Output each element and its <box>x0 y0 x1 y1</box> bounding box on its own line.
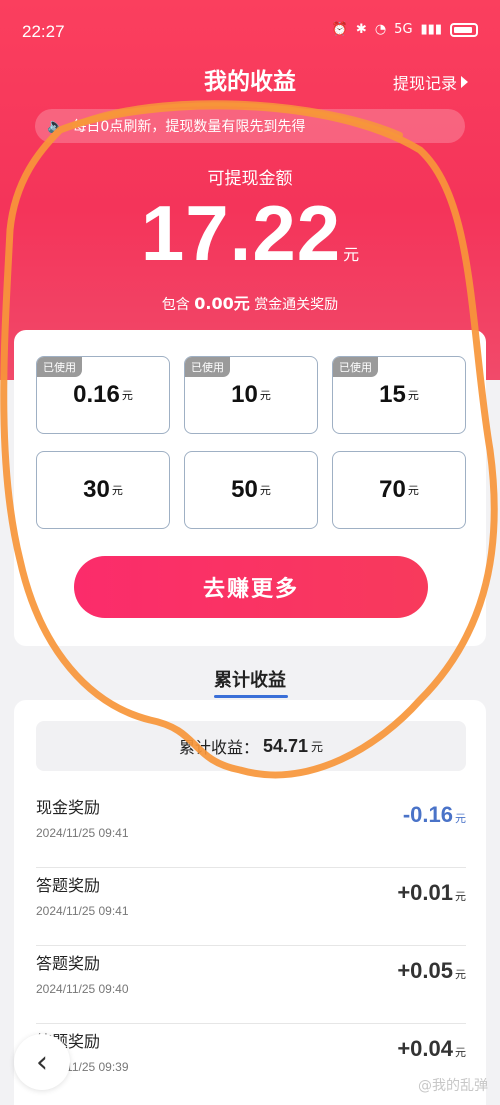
available-amount-label: 可提现金额 <box>207 169 293 189</box>
used-tag: 已使用 <box>37 357 82 377</box>
withdraw-option-5[interactable]: 50 元 <box>184 451 318 529</box>
record-name: 现金奖励 <box>36 798 101 817</box>
record-amount: +0.05 元 <box>397 958 466 984</box>
option-value: 50 <box>231 476 258 503</box>
included-prefix: 包含 <box>161 297 190 313</box>
tab-underline <box>214 695 288 698</box>
record-amount-value: -0.16 <box>402 802 453 827</box>
record-amount-value: +0.04 <box>397 1036 453 1061</box>
withdraw-record-label: 提现记录 <box>392 74 457 93</box>
back-button[interactable]: ‹ <box>14 1034 70 1090</box>
record-amount-value: +0.05 <box>397 958 453 983</box>
network-label: 5G <box>394 22 413 37</box>
list-item: 答题奖励 2024/11/25 09:40 +0.05 元 <box>36 946 466 1024</box>
bluetooth-icon: ✱ <box>355 22 367 37</box>
record-amount-unit: 元 <box>455 1047 466 1059</box>
status-bar: 22:27 ⏰ ✱ ◔ 5G ▮▮▮ <box>0 0 500 60</box>
signal-icon: ▮▮▮ <box>420 22 442 37</box>
used-tag: 已使用 <box>333 357 378 377</box>
earn-more-button[interactable]: 去赚更多 <box>74 556 428 618</box>
record-amount: -0.16 元 <box>403 802 466 828</box>
record-name: 答题奖励 <box>36 876 101 895</box>
included-amount: 0.00元 <box>194 294 250 313</box>
option-value: 15 <box>379 381 406 408</box>
notice-text: 每日0点刷新，提现数量有限先到先得 <box>72 119 306 135</box>
wifi-icon: ◔ <box>374 22 387 37</box>
status-icons: ⏰ ✱ ◔ 5G ▮▮▮ <box>332 22 478 37</box>
option-value: 30 <box>83 476 110 503</box>
cumulative-earnings-tab[interactable]: 累计收益 <box>0 666 500 692</box>
withdraw-option-2[interactable]: 已使用 10 元 <box>184 356 318 434</box>
chevron-left-icon: ‹ <box>36 1044 48 1080</box>
list-item: 现金奖励 2024/11/25 09:41 -0.16 元 <box>36 790 466 868</box>
record-name: 答题奖励 <box>36 954 101 973</box>
record-time: 2024/11/25 09:41 <box>36 826 129 840</box>
record-amount-unit: 元 <box>455 891 466 903</box>
cumulative-total-unit: 元 <box>311 739 324 754</box>
cumulative-total-label: 累计收益： <box>178 738 259 757</box>
included-suffix: 赏金通关奖励 <box>254 297 339 313</box>
option-unit: 元 <box>259 389 271 402</box>
available-amount-unit: 元 <box>343 245 360 264</box>
notice-banner: 🔈 每日0点刷新，提现数量有限先到先得 <box>35 109 465 143</box>
play-arrow-icon <box>461 76 468 88</box>
record-amount-unit: 元 <box>455 813 466 825</box>
speaker-icon: 🔈 <box>47 118 65 134</box>
record-time: 2024/11/25 09:41 <box>36 904 129 918</box>
option-unit: 元 <box>111 484 123 497</box>
option-value: 0.16 <box>73 381 120 408</box>
included-bonus-text: 包含 0.00元 赏金通关奖励 <box>0 290 500 314</box>
used-tag: 已使用 <box>185 357 230 377</box>
alarm-icon: ⏰ <box>331 22 348 37</box>
option-unit: 元 <box>407 389 419 402</box>
record-amount: +0.04 元 <box>397 1036 466 1062</box>
available-amount-value: 17.22 <box>140 189 342 277</box>
option-unit: 元 <box>121 389 133 402</box>
record-amount-value: +0.01 <box>397 880 453 905</box>
status-time: 22:27 <box>22 22 65 41</box>
withdraw-option-4[interactable]: 30 元 <box>36 451 170 529</box>
option-value: 10 <box>231 381 258 408</box>
withdraw-record-link[interactable]: 提现记录 <box>393 70 468 94</box>
record-amount: +0.01 元 <box>397 880 466 906</box>
withdraw-option-1[interactable]: 已使用 0.16 元 <box>36 356 170 434</box>
withdraw-option-6[interactable]: 70 元 <box>332 451 466 529</box>
list-item: 答题奖励 2024/11/25 09:41 +0.01 元 <box>36 868 466 946</box>
option-value: 70 <box>379 476 406 503</box>
option-unit: 元 <box>259 484 271 497</box>
cumulative-total: 累计收益： 54.71 元 <box>36 721 466 771</box>
option-unit: 元 <box>407 484 419 497</box>
record-time: 2024/11/25 09:40 <box>36 982 129 996</box>
withdraw-option-3[interactable]: 已使用 15 元 <box>332 356 466 434</box>
battery-icon <box>450 22 478 37</box>
list-item: 答题奖励 2024/11/25 09:39 +0.04 元 <box>36 1024 466 1102</box>
record-amount-unit: 元 <box>455 969 466 981</box>
cumulative-total-value: 54.71 <box>262 735 309 756</box>
watermark: @我的乱弹 <box>418 1078 488 1094</box>
available-amount: 17.22 元 <box>0 188 500 279</box>
